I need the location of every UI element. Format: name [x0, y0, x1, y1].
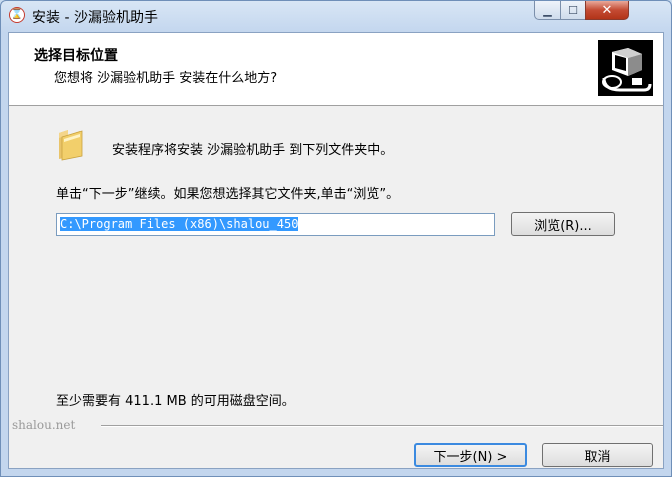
- wizard-body: 安装程序将安装 沙漏验机助手 到下列文件夹中。 单击“下一步”继续。如果您想选择…: [9, 106, 663, 468]
- intro-text: 安装程序将安装 沙漏验机助手 到下列文件夹中。: [112, 143, 394, 158]
- close-button[interactable]: ✕: [585, 1, 629, 20]
- browse-button[interactable]: 浏览(R)...: [511, 212, 615, 236]
- app-hourglass-icon: ⌛: [9, 7, 25, 23]
- install-path-value: C:\Program Files (x86)\shalou_450: [60, 217, 299, 231]
- next-button[interactable]: 下一步(N) >: [414, 443, 527, 467]
- title-bar[interactable]: ⌛ 安装 - 沙漏验机助手 ▁ ☐ ✕: [1, 1, 671, 31]
- page-subtitle: 您想将 沙漏验机助手 安装在什么地方?: [54, 71, 278, 86]
- folder-icon: [56, 127, 84, 161]
- minimize-button[interactable]: ▁: [534, 1, 561, 20]
- wizard-client-area: 选择目标位置 您想将 沙漏验机助手 安装在什么地方? 安装程序将安装 沙漏验机助…: [8, 32, 664, 469]
- space-required-text: 至少需要有 411.1 MB 的可用磁盘空间。: [56, 394, 295, 409]
- page-title: 选择目标位置: [34, 48, 118, 64]
- installer-logo-icon: [598, 40, 653, 96]
- brand-label: shalou.net: [12, 418, 76, 432]
- maximize-button[interactable]: ☐: [560, 1, 586, 20]
- installer-window: ⌛ 安装 - 沙漏验机助手 ▁ ☐ ✕ 选择目标位置 您想将 沙漏验机助手 安装…: [0, 0, 672, 477]
- wizard-header: 选择目标位置 您想将 沙漏验机助手 安装在什么地方?: [9, 33, 663, 106]
- install-path-input[interactable]: C:\Program Files (x86)\shalou_450: [56, 213, 495, 236]
- window-title: 安装 - 沙漏验机助手: [32, 10, 158, 26]
- footer-divider: [101, 425, 663, 427]
- cancel-button[interactable]: 取消: [542, 443, 653, 467]
- instruction-text: 单击“下一步”继续。如果您想选择其它文件夹,单击“浏览”。: [56, 187, 400, 202]
